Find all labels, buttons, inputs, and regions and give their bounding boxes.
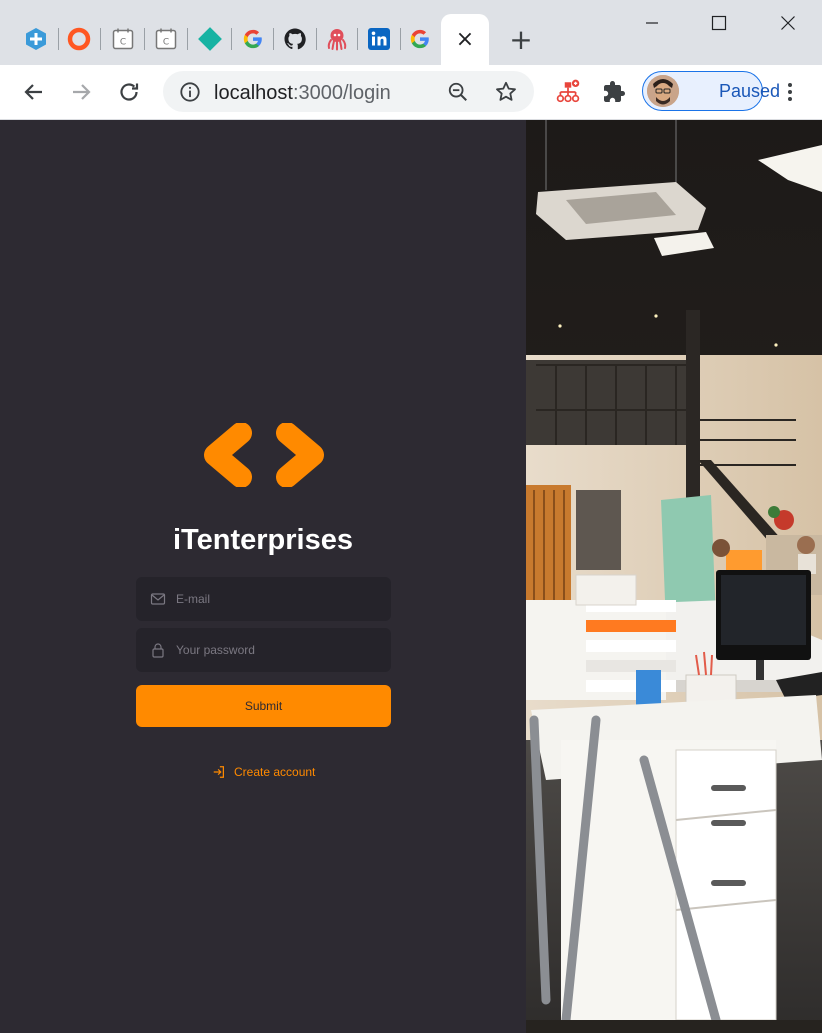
maximize-icon bbox=[711, 15, 727, 31]
create-account-label: Create account bbox=[234, 765, 316, 779]
tab-4[interactable]: C bbox=[151, 24, 181, 54]
tab-7[interactable] bbox=[280, 24, 310, 54]
close-icon bbox=[781, 16, 795, 30]
password-field[interactable] bbox=[136, 628, 391, 672]
profile-button[interactable]: Paused bbox=[642, 71, 780, 111]
reload-button[interactable] bbox=[112, 75, 146, 109]
tab-6[interactable] bbox=[238, 24, 268, 54]
maximize-button[interactable] bbox=[696, 0, 742, 46]
login-panel: iTenterprises Submit Create account bbox=[0, 120, 526, 1033]
extension-button[interactable] bbox=[551, 75, 585, 109]
tab-2[interactable] bbox=[64, 24, 94, 54]
tab-10[interactable] bbox=[405, 24, 435, 54]
reload-icon bbox=[120, 83, 139, 101]
login-page: iTenterprises Submit Create account bbox=[0, 120, 822, 1033]
email-input[interactable] bbox=[176, 577, 381, 621]
create-account-link[interactable]: Create account bbox=[212, 765, 315, 779]
avatar bbox=[647, 75, 679, 107]
sign-in-icon bbox=[213, 766, 224, 778]
browser-menu-button[interactable] bbox=[773, 75, 807, 109]
plus-icon: + bbox=[509, 23, 533, 56]
puzzle-icon bbox=[604, 81, 625, 102]
minimize-button[interactable] bbox=[629, 0, 675, 46]
forward-button[interactable] bbox=[64, 75, 98, 109]
back-button[interactable] bbox=[17, 75, 51, 109]
kebab-menu-icon bbox=[788, 83, 792, 101]
lock-icon bbox=[152, 643, 164, 658]
browser-toolbar: localhost:3000/login Paused bbox=[0, 65, 822, 120]
calendar-c-icon: C bbox=[112, 28, 134, 50]
tab-5[interactable] bbox=[195, 24, 225, 54]
zoom-out-icon[interactable] bbox=[447, 81, 469, 103]
submit-button[interactable]: Submit bbox=[136, 685, 391, 727]
email-field[interactable] bbox=[136, 577, 391, 621]
close-tab-icon[interactable]: × bbox=[456, 28, 474, 51]
password-input[interactable] bbox=[176, 628, 381, 672]
tab-active-login[interactable]: × bbox=[441, 14, 489, 65]
svg-text:C: C bbox=[120, 38, 126, 48]
brand-title: iTenterprises bbox=[173, 524, 353, 556]
info-icon[interactable] bbox=[179, 81, 201, 103]
tab-3[interactable]: C bbox=[108, 24, 138, 54]
address-bar[interactable]: localhost:3000/login bbox=[163, 71, 534, 112]
office-photo bbox=[526, 120, 822, 1033]
google-icon bbox=[410, 29, 429, 49]
calendar-c-icon: C bbox=[155, 28, 177, 50]
minimize-icon bbox=[646, 22, 658, 24]
octopus-icon bbox=[327, 29, 347, 51]
browser-tab-strip: C C × + bbox=[0, 0, 822, 65]
url-text: localhost:3000/login bbox=[214, 82, 391, 104]
new-tab-button[interactable]: + bbox=[505, 24, 537, 56]
svg-text:C: C bbox=[163, 38, 169, 48]
arrow-left-icon bbox=[24, 84, 42, 100]
teal-diamond-icon bbox=[198, 27, 222, 51]
google-icon bbox=[243, 29, 262, 49]
tab-1[interactable] bbox=[21, 24, 51, 54]
extensions-menu-button[interactable] bbox=[597, 75, 631, 109]
tab-8[interactable] bbox=[322, 24, 352, 54]
mail-icon bbox=[150, 593, 166, 605]
linkedin-icon bbox=[368, 28, 390, 50]
sitemap-extension-icon bbox=[556, 79, 580, 103]
orange-ring-icon bbox=[67, 27, 91, 51]
brand-logo-icon bbox=[204, 423, 324, 487]
bookmark-star-icon[interactable] bbox=[494, 80, 518, 104]
profile-status-label: Paused bbox=[719, 81, 781, 101]
plus-hexagon-icon bbox=[26, 28, 46, 50]
github-icon bbox=[284, 28, 306, 50]
tab-9[interactable] bbox=[364, 24, 394, 54]
close-window-button[interactable] bbox=[765, 0, 811, 46]
arrow-right-icon bbox=[73, 84, 91, 100]
